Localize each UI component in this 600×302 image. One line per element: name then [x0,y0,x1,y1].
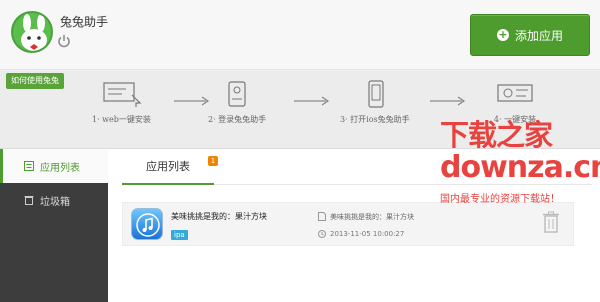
tutorial-step-label: 1· web一键安装 [92,115,151,124]
sidebar-item-label: 垃圾箱 [40,196,70,208]
add-app-label: 添加应用 [514,28,563,43]
app-count-badge: 1 [208,156,218,166]
tutorial-step-2: 2· 登录兔兔助手 [208,77,266,125]
arrow-right-icon [430,96,466,106]
app-file-name: 美味挑挑是我的：果汁方块 [330,213,414,221]
power-icon[interactable] [57,34,71,48]
phone-icon [368,80,384,108]
delete-trash-icon[interactable] [542,211,560,233]
arrow-right-icon [294,96,330,106]
clock-icon [318,230,326,238]
watermark-title: 下载之家 [440,118,553,152]
login-icon [228,81,246,107]
itunes-app-icon [131,208,163,240]
ipa-badge: ipa [171,230,188,240]
app-header: 兔兔助手 + 添加应用 [0,0,600,70]
web-install-icon [103,82,142,107]
watermark-domain: downza.cn [440,150,600,185]
trash-icon [24,196,34,205]
add-app-button[interactable]: + 添加应用 [470,14,590,56]
app-name: 美味挑挑是我的：果汁方块 [171,212,267,221]
tutorial-step-label: 3· 打开ios兔兔助手 [340,115,410,124]
sidebar-item-trash[interactable]: 垃圾箱 [0,183,108,217]
tab-app-list[interactable]: 应用列表 [122,149,214,185]
sidebar-item-app-list[interactable]: 应用列表 [0,149,108,183]
rabbit-logo-icon [11,11,53,53]
arrow-right-icon [174,96,210,106]
watermark-slogan: 国内最专业的资源下载站！ [440,194,560,205]
app-title: 兔兔助手 [60,15,109,29]
sidebar-item-label: 应用列表 [40,162,80,174]
list-icon [24,161,34,171]
tutorial-step-1: 1· web一键安装 [92,77,151,125]
tutorial-step-label: 2· 登录兔兔助手 [208,115,267,124]
app-list-item[interactable]: 美味挑挑是我的：果汁方块 ipa 美味挑挑是我的：果汁方块 2013-11-05… [122,202,574,246]
app-install-time: 2013-11-05 10:00:27 [330,230,405,238]
tutorial-step-3: 3· 打开ios兔兔助手 [340,77,410,125]
install-app-icon [497,84,533,102]
tutorial-tag: 如何使用兔兔 [6,73,64,89]
sidebar: 应用列表 垃圾箱 [0,149,108,302]
plus-icon: + [496,28,509,41]
file-icon [318,212,326,221]
